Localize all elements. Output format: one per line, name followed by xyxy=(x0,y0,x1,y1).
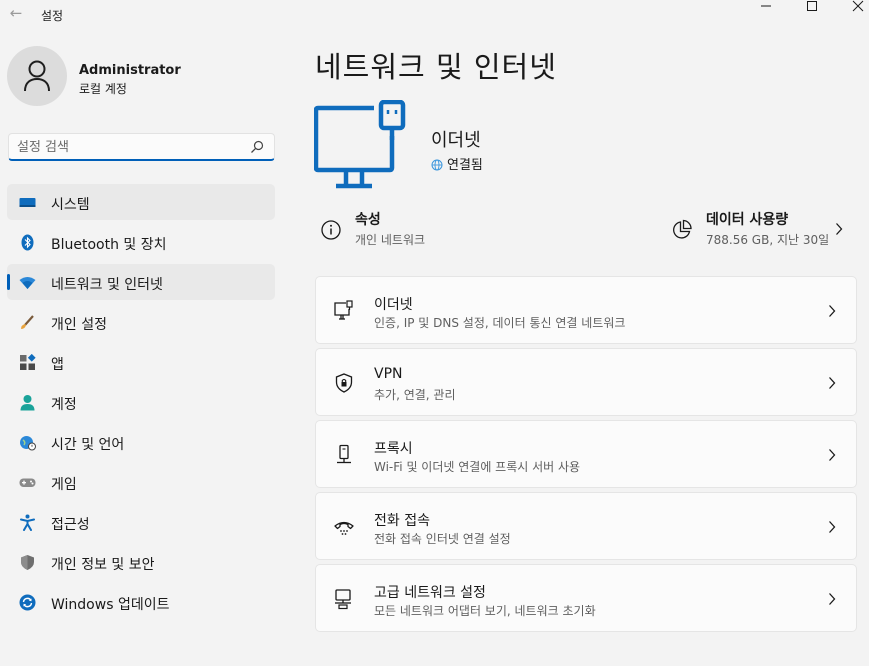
properties-link[interactable]: 속성 개인 네트워크 xyxy=(320,207,620,251)
sidebar-item-label: Windows 업데이트 xyxy=(51,597,170,613)
ethernet-card[interactable]: 이더넷 인증, IP 및 DNS 설정, 데이터 통신 연결 네트워크 xyxy=(315,276,857,344)
accessibility-icon xyxy=(20,514,35,531)
sidebar-item-label: 네트워크 및 인터넷 xyxy=(51,277,163,293)
sidebar-item-accessibility[interactable]: 접근성 xyxy=(7,504,275,540)
network-icon xyxy=(19,277,36,289)
maximize-icon xyxy=(807,1,817,11)
properties-subtitle: 개인 네트워크 xyxy=(355,233,426,247)
sidebar-item-label: 앱 xyxy=(51,357,64,373)
sidebar-item-accounts[interactable]: 계정 xyxy=(7,384,275,420)
sidebar-item-gaming[interactable]: 게임 xyxy=(7,464,275,500)
info-icon xyxy=(321,220,341,240)
card-title: VPN xyxy=(374,366,403,382)
avatar xyxy=(7,46,67,106)
ethernet-icon xyxy=(334,300,353,320)
sidebar-item-label: 개인 설정 xyxy=(51,317,107,333)
sidebar-item-system[interactable]: 시스템 xyxy=(7,184,275,220)
advanced-network-icon xyxy=(335,589,351,610)
card-title: 프록시 xyxy=(374,441,413,457)
proxy-icon xyxy=(337,444,351,464)
windows-update-icon xyxy=(19,594,36,611)
globe-icon xyxy=(431,159,443,171)
page-title: 네트워크 및 인터넷 xyxy=(315,50,557,84)
vpn-shield-icon xyxy=(335,373,353,393)
dial-up-icon xyxy=(334,521,354,535)
sidebar-item-label: 접근성 xyxy=(51,517,90,533)
personalization-icon xyxy=(21,315,34,329)
settings-search[interactable] xyxy=(8,133,275,161)
card-title: 고급 네트워크 설정 xyxy=(374,585,486,601)
profile-account-type: 로컬 계정 xyxy=(79,82,127,96)
connection-status-text: 연결됨 xyxy=(447,158,483,173)
chevron-right-icon xyxy=(836,223,843,235)
pie-chart-icon xyxy=(673,219,692,239)
time-language-icon xyxy=(20,436,36,451)
maximize-button[interactable] xyxy=(792,0,832,14)
search-icon[interactable] xyxy=(250,140,264,154)
privacy-security-icon xyxy=(21,555,34,570)
sidebar-nav: 시스템 Bluetooth 및 장치 네트워크 및 인터넷 개인 설정 앱 계정… xyxy=(7,184,275,624)
chevron-right-icon xyxy=(829,521,836,533)
back-button[interactable]: ← xyxy=(6,3,26,23)
card-subtitle: 인증, IP 및 DNS 설정, 데이터 통신 연결 네트워크 xyxy=(374,316,626,330)
close-button[interactable] xyxy=(838,0,869,14)
close-icon xyxy=(852,0,864,12)
sidebar-item-windows-update[interactable]: Windows 업데이트 xyxy=(7,584,275,620)
bluetooth-icon xyxy=(21,234,34,251)
card-subtitle: 전화 접속 인터넷 연결 설정 xyxy=(374,532,511,546)
connection-status: 연결됨 xyxy=(431,154,483,173)
back-arrow-icon: ← xyxy=(9,4,23,22)
apps-icon xyxy=(20,354,36,370)
card-title: 전화 접속 xyxy=(374,513,430,529)
sidebar-item-label: 시스템 xyxy=(51,197,90,213)
vpn-card[interactable]: VPN 추가, 연결, 관리 xyxy=(315,348,857,416)
sidebar-item-time-language[interactable]: 시간 및 언어 xyxy=(7,424,275,460)
sidebar-item-apps[interactable]: 앱 xyxy=(7,344,275,380)
title-bar: ← 설정 xyxy=(0,0,869,30)
chevron-right-icon xyxy=(829,377,836,389)
sidebar-item-network[interactable]: 네트워크 및 인터넷 xyxy=(7,264,275,300)
sidebar-item-personalization[interactable]: 개인 설정 xyxy=(7,304,275,340)
card-subtitle: Wi-Fi 및 이더넷 연결에 프록시 서버 사용 xyxy=(374,460,581,474)
gaming-icon xyxy=(19,478,36,487)
card-title: 이더넷 xyxy=(374,297,413,313)
ethernet-computer-icon xyxy=(314,100,406,189)
system-icon xyxy=(19,198,36,207)
card-subtitle: 모든 네트워크 어댑터 보기, 네트워크 초기화 xyxy=(374,604,596,618)
properties-title: 속성 xyxy=(355,212,381,228)
user-profile[interactable]: Administrator 로컬 계정 xyxy=(7,46,277,108)
settings-cards: 이더넷 인증, IP 및 DNS 설정, 데이터 통신 연결 네트워크 VPN … xyxy=(315,276,857,636)
chevron-right-icon xyxy=(829,449,836,461)
search-input[interactable] xyxy=(17,138,237,156)
connection-name: 이더넷 xyxy=(431,130,481,151)
sidebar-item-label: Bluetooth 및 장치 xyxy=(51,237,167,253)
sidebar-item-privacy-security[interactable]: 개인 정보 및 보안 xyxy=(7,544,275,580)
sidebar-item-label: 계정 xyxy=(51,397,77,413)
minimize-button[interactable] xyxy=(746,0,786,14)
accounts-icon xyxy=(20,395,35,411)
proxy-card[interactable]: 프록시 Wi-Fi 및 이더넷 연결에 프록시 서버 사용 xyxy=(315,420,857,488)
chevron-right-icon xyxy=(829,305,836,317)
dial-up-card[interactable]: 전화 접속 전화 접속 인터넷 연결 설정 xyxy=(315,492,857,560)
data-usage-link[interactable]: 데이터 사용량 788.56 GB, 지난 30일 xyxy=(671,207,851,251)
profile-name: Administrator xyxy=(79,63,181,78)
data-usage-title: 데이터 사용량 xyxy=(706,212,789,228)
app-title: 설정 xyxy=(41,9,64,23)
card-subtitle: 추가, 연결, 관리 xyxy=(374,388,456,402)
chevron-right-icon xyxy=(829,593,836,605)
user-icon xyxy=(24,60,50,92)
advanced-network-card[interactable]: 고급 네트워크 설정 모든 네트워크 어댑터 보기, 네트워크 초기화 xyxy=(315,564,857,632)
sidebar-item-label: 개인 정보 및 보안 xyxy=(51,557,155,573)
sidebar-item-label: 게임 xyxy=(51,477,77,493)
sidebar-item-label: 시간 및 언어 xyxy=(51,437,125,453)
minimize-icon xyxy=(761,5,771,7)
data-usage-subtitle: 788.56 GB, 지난 30일 xyxy=(706,233,830,247)
sidebar-item-bluetooth[interactable]: Bluetooth 및 장치 xyxy=(7,224,275,260)
